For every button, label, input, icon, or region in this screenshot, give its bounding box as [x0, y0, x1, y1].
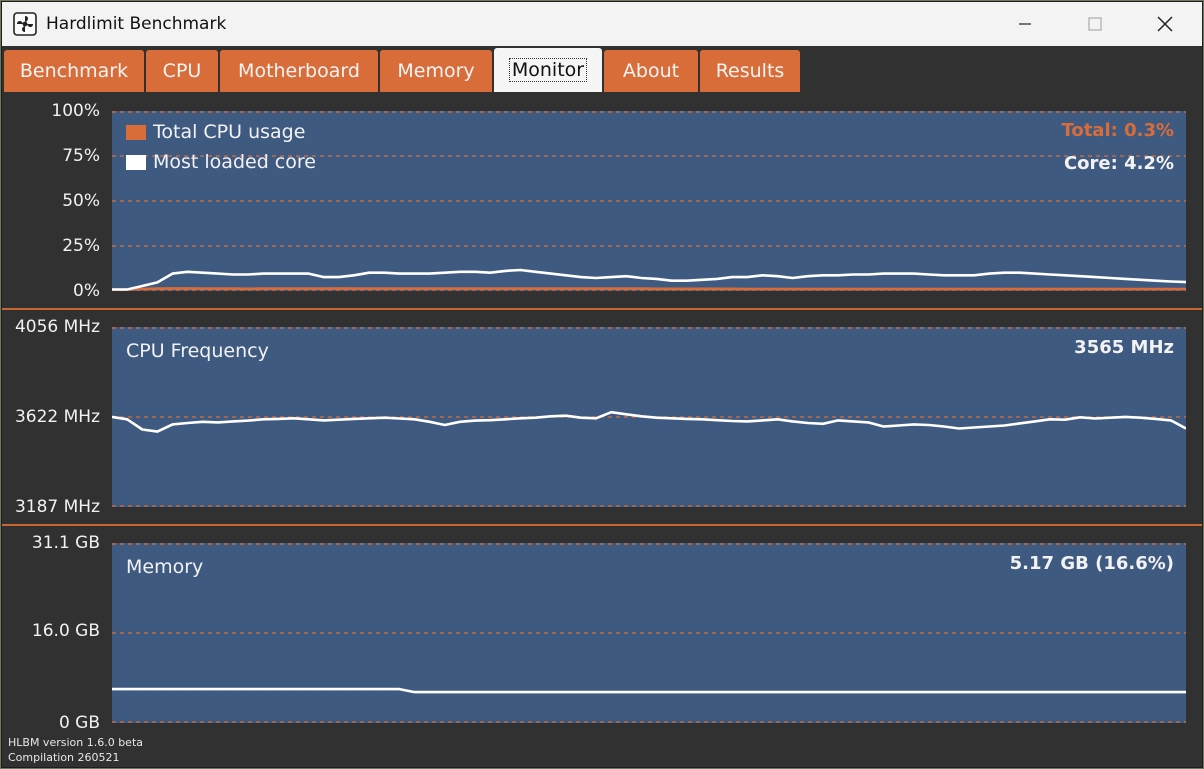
legend-label: Most loaded core — [153, 151, 316, 173]
compilation-text: Compilation 260521 — [8, 751, 120, 764]
y-tick-label: 0 GB — [58, 713, 100, 733]
tab-label: CPU — [162, 60, 202, 82]
y-tick-label: 31.1 GB — [31, 533, 100, 553]
legend-total-cpu: Total CPU usage — [126, 121, 305, 143]
legend-most-loaded-core: Most loaded core — [126, 151, 316, 173]
y-tick-label: 0% — [73, 281, 100, 301]
tab-label: Monitor — [508, 58, 588, 82]
tab-label: Benchmark — [19, 60, 129, 82]
tab-label: Motherboard — [238, 60, 360, 82]
y-tick-label: 16.0 GB — [31, 621, 100, 641]
minimize-button[interactable] — [990, 2, 1060, 46]
cpu-frequency-readout: 3565 MHz — [1074, 337, 1174, 358]
panel-divider — [2, 308, 1202, 310]
app-window: Hardlimit Benchmark Benchmark CPU Mother… — [2, 2, 1202, 767]
tab-motherboard[interactable]: Motherboard — [220, 50, 378, 92]
core-readout: Core: 4.2% — [1063, 153, 1174, 174]
legend-swatch — [126, 124, 146, 140]
tab-label: About — [622, 60, 680, 82]
memory-title: Memory — [126, 556, 204, 578]
legend-label: Total CPU usage — [153, 121, 306, 143]
tab-benchmark[interactable]: Benchmark — [4, 50, 144, 92]
maximize-icon — [1088, 17, 1102, 31]
tab-about[interactable]: About — [604, 50, 698, 92]
close-button[interactable] — [1130, 2, 1200, 46]
title-bar[interactable]: Hardlimit Benchmark — [2, 2, 1202, 46]
series-line-cpu-frequency — [112, 410, 1186, 433]
tab-bar: Benchmark CPU Motherboard Memory Monitor… — [2, 46, 1202, 92]
maximize-button[interactable] — [1060, 2, 1130, 46]
memory-readout: 5.17 GB (16.6%) — [1009, 553, 1174, 574]
tab-cpu[interactable]: CPU — [146, 50, 218, 92]
tab-monitor[interactable]: Monitor — [494, 48, 602, 92]
y-tick-label: 100% — [51, 101, 100, 121]
window-title: Hardlimit Benchmark — [46, 14, 227, 34]
cpu_frequency-chart — [112, 327, 1186, 507]
legend-swatch — [126, 154, 146, 170]
y-tick-label: 3187 MHz — [14, 497, 100, 517]
total-cpu-readout: Total: 0.3% — [1061, 120, 1174, 141]
series-line-total-cpu-usage — [112, 287, 1186, 291]
y-tick-label: 25% — [62, 236, 100, 256]
tab-memory[interactable]: Memory — [380, 50, 492, 92]
version-text: HLBM version 1.6.0 beta — [8, 736, 144, 749]
fan-icon — [13, 12, 37, 36]
series-line-most-loaded-core — [112, 268, 1186, 291]
series-line-memory — [112, 687, 1186, 694]
monitor-panel: 100% 75% 50% 25% 0% Total CPU usage Most… — [2, 92, 1202, 767]
tab-label: Memory — [397, 60, 475, 82]
tab-results[interactable]: Results — [700, 50, 800, 92]
panel-divider — [2, 524, 1202, 526]
y-tick-label: 3622 MHz — [14, 407, 100, 427]
cpu-frequency-plot — [112, 327, 1186, 507]
minimize-icon — [1019, 23, 1031, 25]
y-tick-label: 75% — [62, 146, 100, 166]
close-icon — [1157, 16, 1173, 32]
y-tick-label: 50% — [62, 191, 100, 211]
tab-label: Results — [715, 60, 785, 82]
y-tick-label: 4056 MHz — [14, 317, 100, 337]
cpu-frequency-title: CPU Frequency — [126, 340, 269, 362]
